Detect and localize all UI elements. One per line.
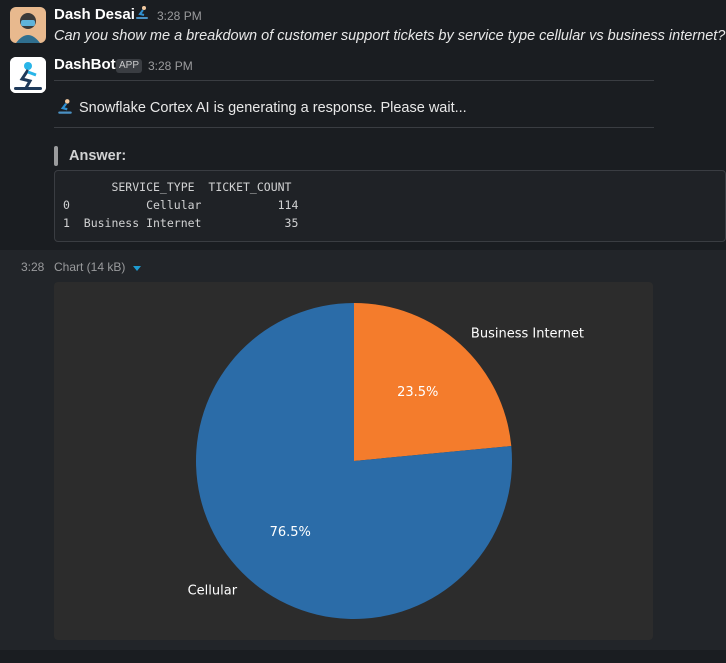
snowboarder-icon — [134, 5, 150, 21]
user-avatar[interactable] — [10, 7, 46, 43]
pie-category-label: Cellular — [188, 584, 238, 599]
table-header: SERVICE_TYPE TICKET_COUNT — [63, 180, 292, 194]
attachment-time[interactable]: 3:28 — [21, 260, 44, 274]
chevron-down-icon[interactable] — [133, 266, 141, 271]
table-row: 0 Cellular 114 — [63, 198, 299, 212]
pie-percent-label: 76.5% — [270, 525, 311, 540]
bot-avatar[interactable] — [10, 57, 46, 93]
snowboarder-icon — [56, 98, 74, 116]
pie-percent-label: 23.5% — [397, 385, 438, 400]
table-row: 1 Business Internet 35 — [63, 216, 299, 230]
answer-label: Answer: — [69, 148, 127, 164]
quote-bar — [54, 146, 58, 166]
message-text: Can you show me a breakdown of customer … — [54, 28, 726, 44]
divider — [54, 80, 654, 81]
pie-chart: 23.5% Business Internet 76.5% Cellular — [188, 303, 584, 619]
attachment-label[interactable]: Chart (14 kB) — [54, 260, 125, 274]
footer-strip — [0, 650, 726, 663]
divider — [54, 127, 654, 128]
pie-category-label: Business Internet — [471, 326, 584, 341]
author-name[interactable]: Dash Desai — [54, 6, 135, 23]
bot-name[interactable]: DashBot — [54, 56, 116, 73]
message-time[interactable]: 3:28 PM — [148, 59, 193, 73]
app-badge: APP — [116, 59, 143, 73]
message-time[interactable]: 3:28 PM — [157, 9, 202, 23]
chart-image[interactable]: 23.5% Business Internet 76.5% Cellular — [54, 282, 653, 640]
result-table-codeblock: SERVICE_TYPE TICKET_COUNT 0 Cellular 114… — [54, 170, 726, 242]
status-text: Snowflake Cortex AI is generating a resp… — [79, 100, 467, 116]
